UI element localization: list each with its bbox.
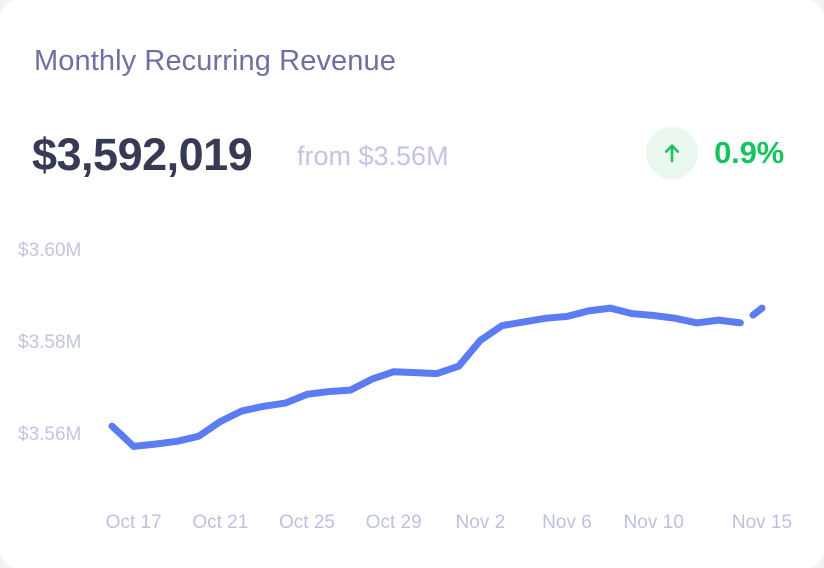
chart-canvas xyxy=(108,304,766,450)
x-axis-tick: Nov 10 xyxy=(623,512,684,533)
page-title: Monthly Recurring Revenue xyxy=(34,45,396,77)
chart-line-endpoint xyxy=(749,304,766,319)
x-axis: Oct 17 Oct 21 Oct 25 Oct 29 Nov 2 Nov 6 Nov 10… xyxy=(0,512,824,548)
delta-badge xyxy=(646,127,699,179)
metric-value: $3,592,019 xyxy=(32,129,253,180)
x-axis-tick: Nov 15 xyxy=(731,512,793,533)
chart-line-series xyxy=(108,304,744,450)
delta-percentage: 0.9% xyxy=(714,135,784,170)
x-axis-tick: Oct 29 xyxy=(365,512,422,533)
metric-comparison-label: from $3.56M xyxy=(297,141,449,171)
x-axis-tick: Nov 2 xyxy=(455,512,506,533)
x-axis-tick: Oct 25 xyxy=(279,512,335,533)
delta-group: 0.9% xyxy=(646,127,784,179)
x-axis-tick: Nov 6 xyxy=(542,512,592,533)
revenue-line-chart: $3.60M $3.58M $3.56M xyxy=(0,225,824,500)
y-axis-tick: $3.56M xyxy=(18,424,82,446)
y-axis-tick: $3.58M xyxy=(18,332,82,354)
x-axis-tick: Oct 21 xyxy=(192,512,249,533)
metric-summary-row: $3,592,019 from $3.56M 0.9% xyxy=(32,125,792,191)
mrr-metric-card: Monthly Recurring Revenue $3,592,019 fro… xyxy=(0,0,824,568)
arrow-up-icon xyxy=(659,140,685,166)
x-axis-tick: Oct 17 xyxy=(105,512,162,533)
y-axis-tick: $3.60M xyxy=(18,239,82,261)
